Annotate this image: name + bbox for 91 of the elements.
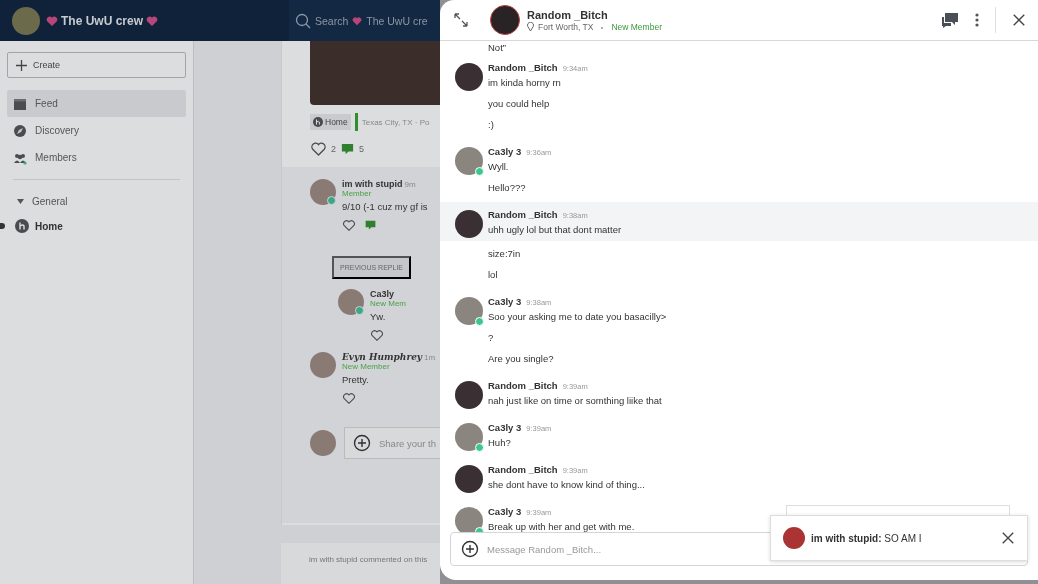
sidebar-item-label: Discovery (35, 125, 79, 136)
message-text: nah just like on time or somthing liike that (488, 394, 662, 408)
user-avatar (490, 5, 520, 35)
heart-icon[interactable] (310, 141, 327, 157)
plus-icon (16, 59, 27, 71)
community-name[interactable]: The UwU crew (61, 13, 144, 28)
comment-time: 9m (404, 180, 416, 189)
plus-icon (353, 434, 371, 452)
search-placeholder: The UwU cre (366, 14, 428, 27)
close-icon[interactable] (1001, 531, 1015, 545)
tag-chip[interactable]: Home (310, 114, 351, 130)
accent-bar (354, 113, 358, 131)
location-pin-icon (527, 22, 534, 31)
member-role: Member (342, 189, 373, 198)
search-placeholder: Search (315, 14, 349, 27)
community-avatar[interactable] (12, 6, 40, 35)
message-text: you could help (488, 97, 551, 111)
message-author[interactable]: Random _Bitch (488, 209, 558, 220)
notification-text: im with stupid: SO AM I (811, 532, 922, 544)
message-text: Wyll. (488, 160, 510, 174)
comment-count: 5 (359, 144, 365, 154)
sidebar-item[interactable]: Members (7, 144, 186, 171)
sidebar-item-label: Members (35, 152, 77, 163)
comment-text: Yw. (370, 311, 387, 323)
heart-icon (352, 15, 363, 26)
sidebar-item[interactable]: Feed (7, 90, 186, 117)
heart-icon (46, 14, 58, 27)
message-author[interactable]: Ca3ly 3 (488, 422, 522, 433)
comment-author[interactable]: im with stupid (342, 179, 403, 189)
caret-icon (17, 197, 24, 205)
message-author[interactable]: Ca3ly 3 (488, 296, 522, 307)
message-text: lol (488, 268, 499, 282)
compass-icon (13, 123, 27, 138)
message-author[interactable]: Random _Bitch (488, 62, 558, 73)
expand-icon[interactable] (454, 13, 468, 27)
selection-marker (0, 223, 5, 229)
home-icon (313, 117, 323, 127)
section-header[interactable]: General (7, 190, 186, 212)
create-button[interactable]: Create (7, 52, 186, 78)
message-text: im kinda horny rn (488, 76, 562, 90)
chat-title: Random _Bitch (527, 8, 609, 21)
comment-text: Pretty. (342, 374, 370, 386)
sidebar-item[interactable]: Home (7, 212, 186, 240)
message-text: Are you single? (488, 352, 555, 366)
sidebar-item-label: Home (35, 220, 63, 232)
message-text: Break up with her and get with me. (488, 520, 635, 532)
member-role: New Mem (370, 299, 407, 308)
sidebar-item-label: Feed (35, 98, 58, 109)
heart-icon[interactable] (370, 329, 384, 342)
home-icon (15, 219, 29, 233)
comment-time: 1m (424, 353, 436, 362)
member-role: New Member (342, 362, 391, 371)
plus-icon[interactable] (461, 540, 479, 558)
sidebar-item[interactable]: Discovery (7, 117, 186, 144)
message-placeholder: Message Random _Bitch... (487, 543, 602, 555)
message-text: :) (488, 118, 495, 132)
notification-toast[interactable]: im with stupid: SO AM I (770, 515, 1028, 561)
message-author[interactable]: Random _Bitch (488, 380, 558, 391)
message-text: Hello??? (488, 181, 527, 195)
user-location: Fort Worth, TX (538, 21, 594, 32)
message-author[interactable]: Ca3ly 3 (488, 146, 522, 157)
section-label: General (32, 195, 68, 207)
comment-text: 9/10 (-1 cuz my gf is (342, 201, 429, 213)
user-avatar (783, 527, 805, 549)
message-text: ? (488, 331, 495, 345)
post-location: Texas City, TX · Po (361, 117, 430, 127)
user-avatar (310, 430, 336, 456)
chat-bubbles-icon[interactable] (941, 12, 959, 28)
feed-icon (13, 96, 27, 111)
activity-text: im with stupid commented on this (309, 555, 428, 564)
heart-icon[interactable] (342, 392, 356, 405)
message-text: Soo your asking me to date you basacilly> (488, 310, 667, 324)
more-options-icon[interactable] (975, 13, 979, 27)
message-text: size:7in (488, 247, 522, 261)
close-icon[interactable] (1012, 13, 1026, 27)
comment-icon[interactable] (364, 219, 377, 232)
heart-icon (146, 14, 159, 27)
comment-author[interactable]: Evyn Humphrey (342, 352, 423, 362)
member-role-label: New Member (611, 21, 662, 32)
like-count: 2 (331, 144, 336, 154)
comment-placeholder: Share your th (379, 437, 437, 449)
search-field[interactable]: Search The UwU cre (289, 0, 440, 41)
message-text: Not” (488, 41, 507, 55)
message-text: she dont have to know kind of thing... (488, 478, 645, 492)
comment-author[interactable]: Ca3ly (370, 289, 395, 299)
message-text: uhh ugly lol but that dont matter (488, 223, 622, 237)
message-author[interactable]: Ca3ly 3 (488, 506, 522, 517)
search-icon (295, 12, 311, 29)
heart-icon[interactable] (342, 219, 356, 232)
message-text: Huh? (488, 436, 512, 450)
message-author[interactable]: Random _Bitch (488, 464, 558, 475)
